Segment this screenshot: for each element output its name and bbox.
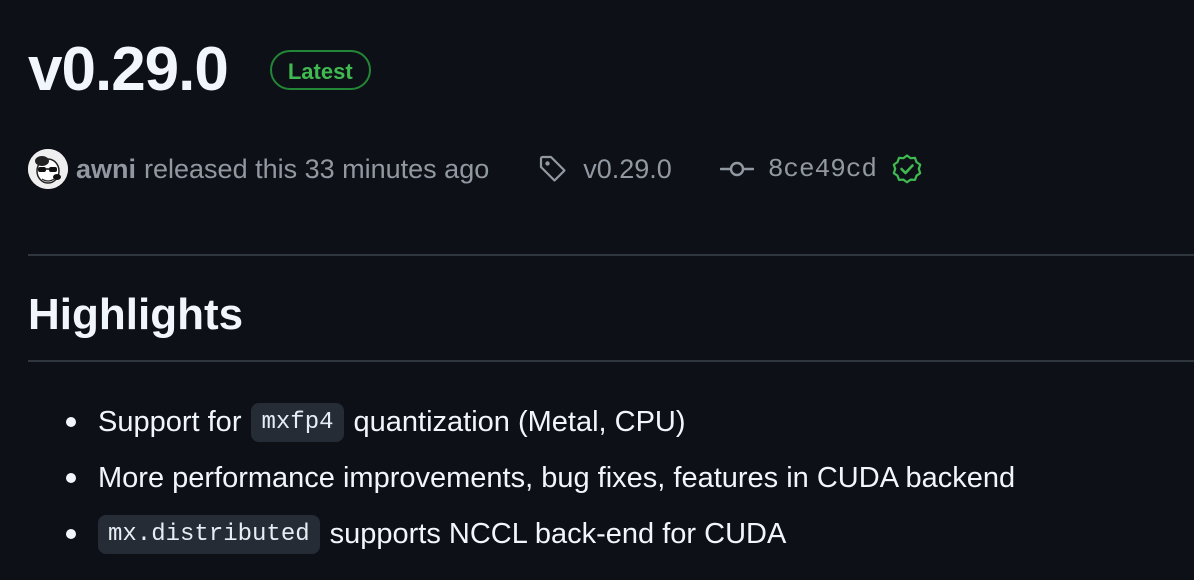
inline-code: mxfp4 [251,402,344,442]
bullet [66,529,76,539]
list-item: More performance improvements, bug fixes… [28,450,1015,506]
item-text: supports NCCL back-end for CUDA [329,517,787,550]
git-commit-icon [719,161,754,177]
highlights-heading: Highlights [28,290,244,339]
divider [28,254,1194,256]
verified-check-icon[interactable] [891,153,923,185]
commit-sha: 8ce49cd [767,154,878,184]
released-time-text: released this 33 minutes ago [144,153,490,184]
inline-code: mx.distributed [98,514,320,554]
item-text: More performance improvements, bug fixes… [98,461,1016,494]
tag-icon [540,155,566,182]
list-item: mx.distributed supports NCCL back-end fo… [28,506,1015,562]
bullet [66,417,76,427]
item-text: quantization (Metal, CPU) [353,405,686,438]
release-page: v0.29.0 Latest awni released this 33 min… [0,0,1194,580]
highlights-list: Support for mxfp4 quantization (Metal, C… [28,394,1015,562]
item-text: Support for [98,405,242,438]
tag-label: v0.29.0 [583,153,672,184]
release-meta: awni released this 33 minutes ago v0.29.… [28,148,923,190]
list-item: Support for mxfp4 quantization (Metal, C… [28,394,1015,450]
bullet [66,473,76,483]
author-link[interactable]: awni [76,154,136,185]
release-title[interactable]: v0.29.0 [28,30,229,110]
latest-badge: Latest [269,50,371,90]
avatar-image [28,149,68,189]
tag-link[interactable]: v0.29.0 [537,153,672,185]
heading-divider [28,360,1194,362]
commit-link[interactable]: 8ce49cd [719,153,923,185]
release-header: v0.29.0 Latest [28,30,371,110]
avatar[interactable] [28,149,68,189]
